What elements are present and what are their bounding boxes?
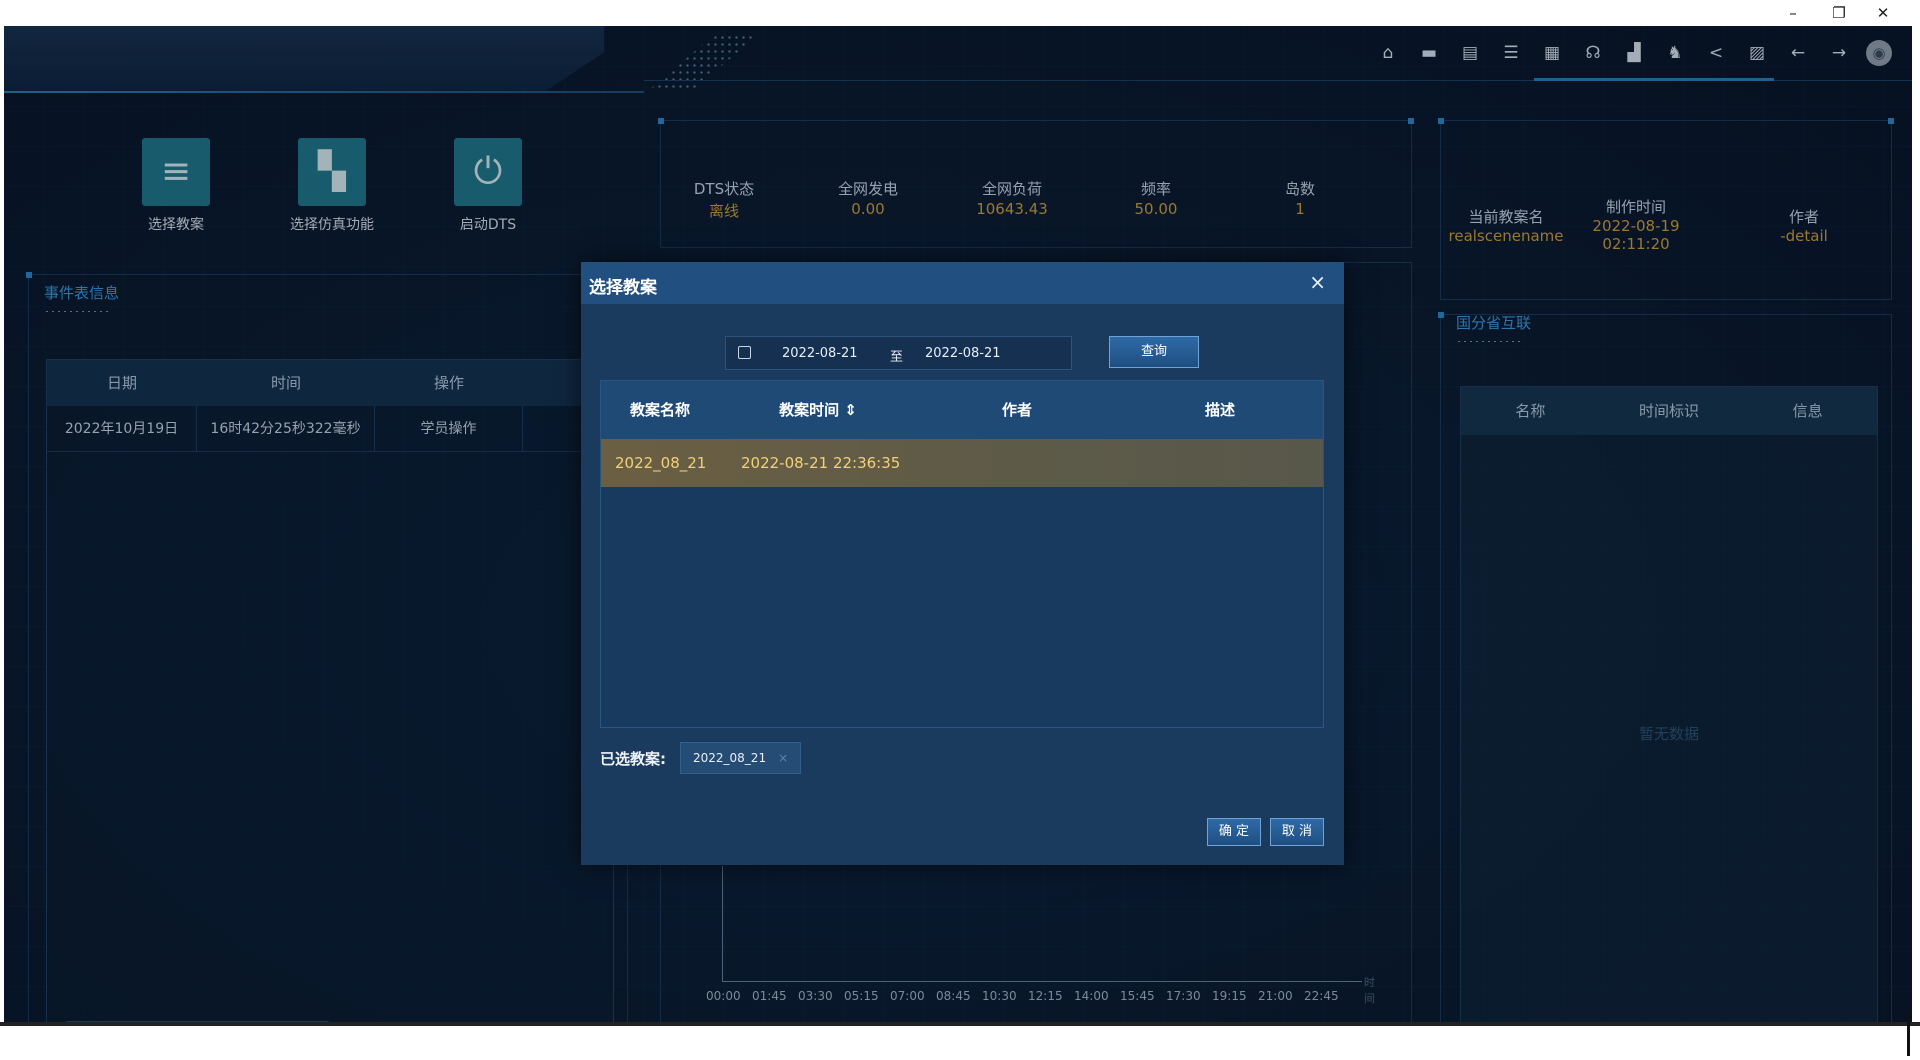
- dialog-close-button[interactable]: ×: [1309, 270, 1326, 294]
- date-from[interactable]: 2022-08-21: [782, 346, 858, 361]
- confirm-button[interactable]: 确 定: [1207, 818, 1261, 846]
- window-edge: [1912, 0, 1920, 1060]
- select-plan-dialog: 选择教案 × 2022-08-21 至 2022-08-21 查询 教案名称 教…: [581, 262, 1344, 865]
- date-range-picker[interactable]: 2022-08-21 至 2022-08-21: [725, 336, 1072, 370]
- window-title-bar: – ❐ ✕: [0, 0, 1920, 26]
- cell-plan-time: 2022-08-21 22:36:35: [741, 454, 901, 472]
- plan-table: 教案名称 教案时间 ⇕ 作者 描述 2022_08_21 2022-08-21 …: [600, 380, 1324, 728]
- close-window-button[interactable]: ✕: [1868, 2, 1898, 24]
- cancel-button[interactable]: 取 消: [1270, 818, 1324, 846]
- selected-plan-label: 已选教案:: [600, 749, 666, 768]
- col-plan-name: 教案名称: [601, 381, 719, 439]
- cell-plan-name: 2022_08_21: [615, 454, 707, 472]
- col-description: 描述: [1117, 381, 1323, 439]
- dialog-title-bar: 选择教案 ×: [581, 262, 1344, 304]
- bottom-marker: [1907, 1008, 1910, 1056]
- minimize-button[interactable]: –: [1778, 2, 1808, 24]
- table-row-selected[interactable]: 2022_08_21 2022-08-21 22:36:35: [601, 439, 1323, 487]
- calendar-icon: [738, 346, 751, 359]
- selected-plans: 已选教案: 2022_08_21 ×: [600, 741, 802, 775]
- restore-button[interactable]: ❐: [1824, 2, 1854, 24]
- remove-tag-icon[interactable]: ×: [778, 751, 788, 765]
- app-window: ⌂ ▬ ▤ ☰ ▦ ☊ ▟ ♞ < ▨ ← → ◉ ≡ 选择教案 ▚ 选择仿真功…: [4, 26, 1916, 1022]
- query-button[interactable]: 查询: [1109, 336, 1199, 368]
- col-plan-time-sortable[interactable]: 教案时间 ⇕: [719, 381, 917, 439]
- bottom-border: [0, 1022, 1920, 1026]
- date-separator: 至: [890, 350, 904, 365]
- selected-plan-tag-text: 2022_08_21: [693, 751, 767, 765]
- selected-plan-tag: 2022_08_21 ×: [680, 742, 802, 774]
- date-to[interactable]: 2022-08-21: [925, 346, 1001, 361]
- col-author: 作者: [917, 381, 1117, 439]
- bottom-bar: [0, 1008, 1920, 1060]
- dialog-title: 选择教案: [589, 278, 657, 298]
